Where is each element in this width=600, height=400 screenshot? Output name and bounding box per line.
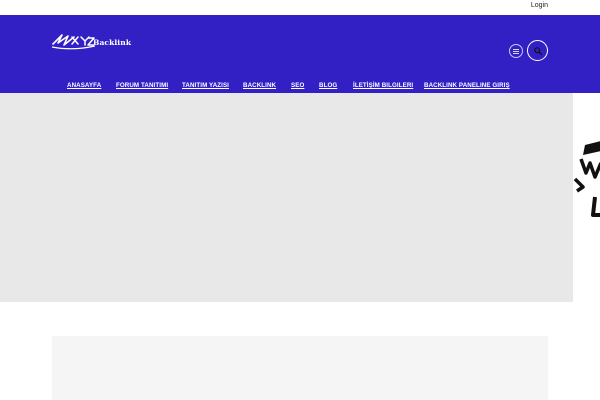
nav-item-anasayfa[interactable]: ANASAYFA — [67, 82, 101, 89]
hero-next-slide-peek — [573, 93, 600, 302]
logo-text: Backlink — [93, 38, 132, 47]
nav-item-forum-tanitimi[interactable]: FORUM TANITIMI — [116, 82, 168, 89]
search-button[interactable] — [527, 40, 548, 61]
nav-item-iletisim-bilgileri[interactable]: İLETİŞİM BILGILERI — [353, 82, 413, 89]
login-link[interactable]: Login — [531, 2, 548, 9]
slide-graphic — [573, 141, 600, 217]
hero-slider — [0, 93, 573, 302]
hamburger-icon — [513, 48, 519, 54]
nav-item-seo[interactable]: SEO — [291, 82, 304, 89]
nav-item-blog[interactable]: BLOG — [319, 82, 337, 89]
top-bar: Login — [0, 0, 600, 15]
search-icon — [533, 46, 542, 55]
site-logo[interactable]: Backlink — [52, 30, 152, 54]
site-header: Backlink ANASAYFA FORUM TANITIMI TANITIM… — [0, 15, 600, 93]
menu-toggle-button[interactable] — [509, 44, 523, 58]
xyz-logo-icon — [52, 34, 96, 50]
content-section — [52, 336, 548, 400]
nav-item-backlink-paneline-giris[interactable]: BACKLINK PANELINE GIRIŞ — [424, 82, 510, 89]
nav-item-backlink[interactable]: BACKLINK — [243, 82, 276, 89]
nav-item-tanitim-yazisi[interactable]: TANITIM YAZISI — [182, 82, 229, 89]
